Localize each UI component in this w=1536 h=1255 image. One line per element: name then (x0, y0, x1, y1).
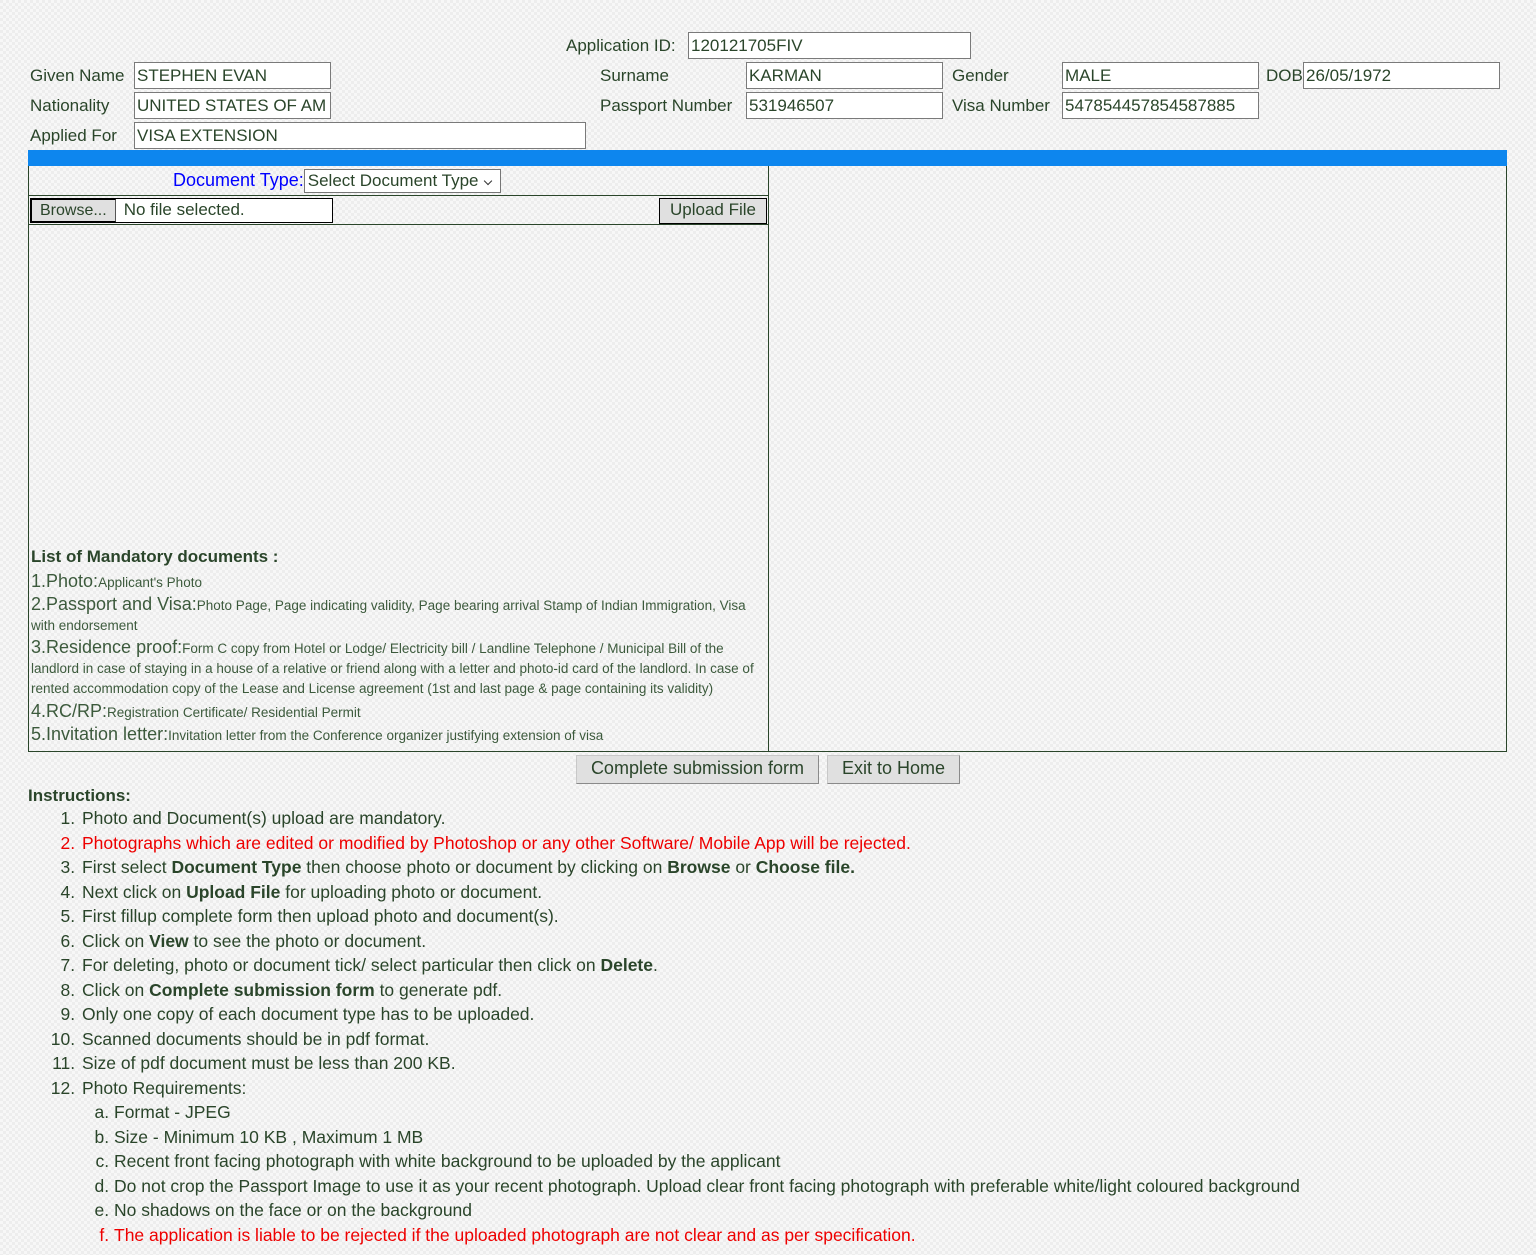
photo-requirements-list: Format - JPEGSize - Minimum 10 KB , Maxi… (82, 1100, 1518, 1247)
action-button-row: Complete submission form Exit to Home (0, 755, 1536, 784)
instruction-emphasis: Complete submission form (149, 979, 375, 1000)
instruction-item: Only one copy of each document type has … (80, 1002, 1518, 1027)
mandatory-document-item: 5.Invitation letter:Invitation letter fr… (31, 724, 766, 745)
document-upload-panel: Document Type: Select Document Type Brow… (28, 166, 1507, 752)
browse-button[interactable]: Browse... (31, 198, 116, 222)
mandatory-documents-heading: List of Mandatory documents : (31, 546, 279, 566)
mandatory-document-item: 1.Photo:Applicant's Photo (31, 571, 766, 592)
instruction-item: First fillup complete form then upload p… (80, 904, 1518, 929)
document-type-selected-value: Select Document Type (307, 170, 479, 190)
mandatory-document-item: 3.Residence proof:Form C copy from Hotel… (31, 637, 766, 698)
instructions-heading: Instructions: (28, 786, 131, 805)
photo-requirement-item: Recent front facing photograph with whit… (114, 1149, 1518, 1174)
applied-for-label: Applied For (30, 126, 117, 145)
application-id-field[interactable]: 120121705FIV (688, 32, 971, 59)
gender-field[interactable]: MALE (1062, 62, 1259, 89)
photo-requirement-item: Format - JPEG (114, 1100, 1518, 1125)
instruction-item: Photo Requirements:Format - JPEGSize - M… (80, 1076, 1518, 1248)
mandatory-document-title: 1.Photo: (31, 570, 99, 591)
photo-requirement-item: No shadows on the face or on the backgro… (114, 1198, 1518, 1223)
exit-to-home-button[interactable]: Exit to Home (827, 755, 961, 784)
mandatory-document-title: 5.Invitation letter: (31, 723, 169, 744)
section-accent-bar (28, 150, 1507, 166)
instruction-item: First select Document Type then choose p… (80, 855, 1518, 880)
mandatory-document-description: Invitation letter from the Conference or… (168, 727, 604, 743)
instruction-emphasis: Document Type (171, 857, 302, 877)
mandatory-document-title: 4.RC/RP: (31, 700, 108, 721)
instruction-item: Click on Complete submission form to gen… (80, 978, 1518, 1003)
photo-requirement-item: Do not crop the Passport Image to use it… (114, 1174, 1518, 1199)
instruction-emphasis: Delete (600, 955, 653, 975)
instructions-list: Photo and Document(s) upload are mandato… (28, 806, 1518, 1247)
uploaded-documents-area (29, 225, 768, 547)
file-status-text: No file selected. (123, 200, 245, 219)
instruction-emphasis: View (149, 930, 189, 951)
instruction-item: Photo and Document(s) upload are mandato… (80, 806, 1518, 831)
passport-number-label: Passport Number (600, 96, 733, 115)
surname-label: Surname (600, 66, 669, 85)
dob-field[interactable]: 26/05/1972 (1303, 62, 1500, 89)
applicant-details-block: Application ID: 120121705FIV Given Name … (0, 0, 1536, 149)
document-preview-area (769, 166, 1506, 751)
mandatory-document-description: Registration Certificate/ Residential Pe… (107, 704, 361, 720)
document-type-select[interactable]: Select Document Type (303, 168, 502, 193)
file-input[interactable]: Browse... No file selected. (30, 197, 333, 223)
surname-field[interactable]: KARMAN (746, 62, 943, 89)
instruction-emphasis: Upload File (186, 881, 281, 902)
instruction-emphasis: Browse (667, 857, 731, 877)
dob-label: DOB (1266, 66, 1303, 85)
visa-number-label: Visa Number (952, 96, 1050, 115)
photo-requirement-item: The application is liable to be rejected… (114, 1223, 1518, 1248)
document-type-row: Document Type: Select Document Type (29, 166, 768, 196)
gender-label: Gender (952, 66, 1009, 85)
photo-requirement-item: Size - Minimum 10 KB , Maximum 1 MB (114, 1125, 1518, 1150)
instruction-emphasis: Choose file. (755, 857, 855, 877)
nationality-field[interactable]: UNITED STATES OF AM (134, 92, 331, 119)
instruction-item: Click on View to see the photo or docume… (80, 929, 1518, 954)
mandatory-document-title: 3.Residence proof: (31, 637, 183, 658)
complete-submission-form-button[interactable]: Complete submission form (575, 755, 820, 784)
document-type-label: Document Type: (173, 170, 304, 190)
mandatory-document-title: 2.Passport and Visa: (31, 593, 197, 614)
given-name-field[interactable]: STEPHEN EVAN (134, 62, 331, 89)
applied-for-field[interactable]: VISA EXTENSION (134, 122, 586, 149)
mandatory-document-description: Applicant's Photo (98, 574, 202, 590)
chevron-down-icon (485, 178, 494, 183)
passport-number-field[interactable]: 531946507 (746, 92, 943, 119)
instruction-item: Size of pdf document must be less than 2… (80, 1051, 1518, 1076)
instruction-item: For deleting, photo or document tick/ se… (80, 953, 1518, 978)
upload-left-column: Document Type: Select Document Type Brow… (29, 166, 769, 751)
nationality-label: Nationality (30, 96, 110, 115)
mandatory-document-item: 2.Passport and Visa:Photo Page, Page ind… (31, 594, 766, 635)
mandatory-document-item: 4.RC/RP:Registration Certificate/ Reside… (31, 701, 766, 722)
instruction-item: Photographs which are edited or modified… (80, 831, 1518, 856)
upload-file-button[interactable]: Upload File (659, 198, 767, 224)
instructions-section: Instructions: Photo and Document(s) uplo… (28, 786, 1518, 1247)
mandatory-documents-list: List of Mandatory documents : 1.Photo:Ap… (29, 547, 768, 751)
instruction-item: Next click on Upload File for uploading … (80, 880, 1518, 905)
given-name-label: Given Name (30, 66, 125, 85)
visa-number-field[interactable]: 547854457854587885 (1062, 92, 1259, 119)
instruction-item: Scanned documents should be in pdf forma… (80, 1027, 1518, 1052)
application-id-label: Application ID: (566, 36, 676, 55)
file-upload-row: Browse... No file selected. Upload File (29, 196, 768, 225)
